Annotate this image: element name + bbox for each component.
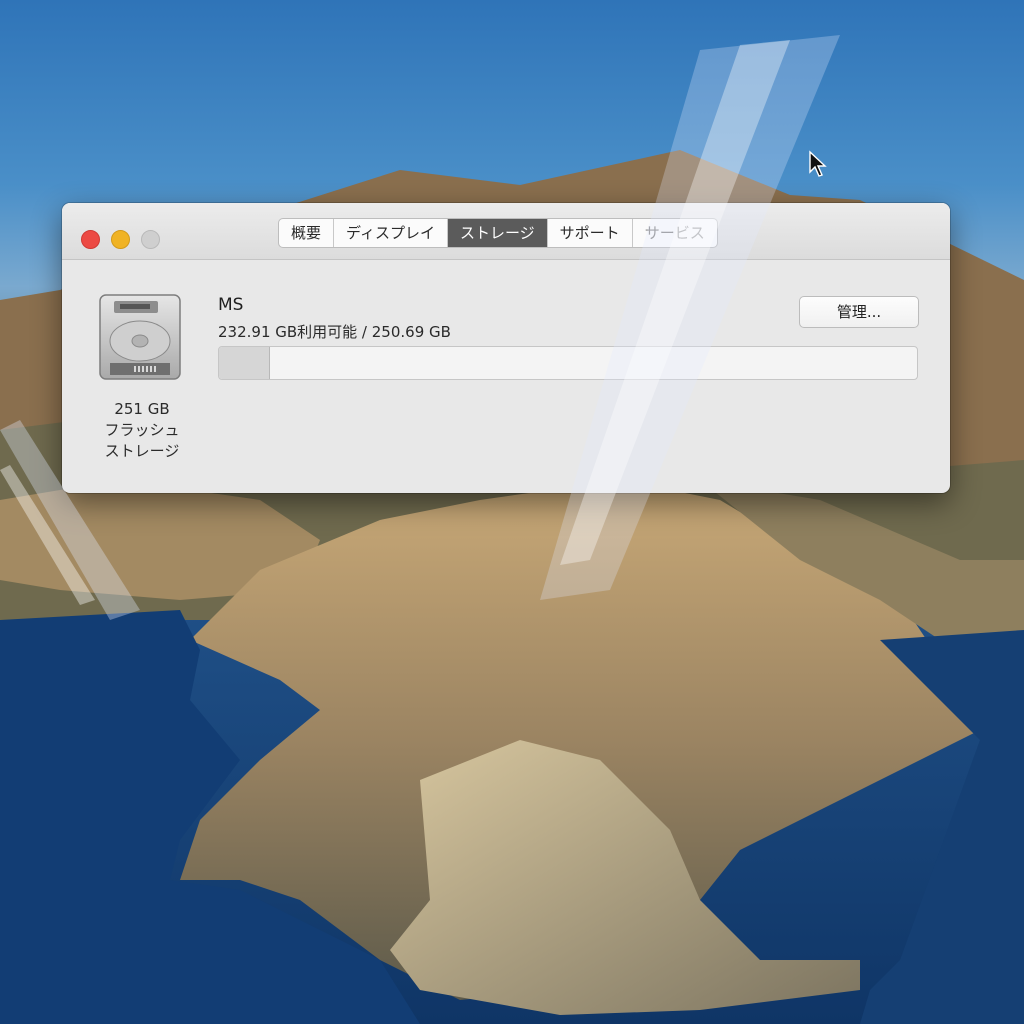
drive-caption: 251 GB フラッシュ ストレージ — [82, 399, 202, 462]
window-titlebar: 概要 ディスプレイ ストレージ サポート サービス — [62, 203, 950, 260]
tab-storage[interactable]: ストレージ — [447, 219, 548, 247]
volume-name: MS — [218, 295, 244, 315]
drive-size-label: 251 GB — [114, 400, 170, 418]
storage-usage-bar — [218, 346, 918, 380]
close-window-button[interactable] — [81, 230, 100, 249]
desktop: 概要 ディスプレイ ストレージ サポート サービス 251 GB フラッシュ ス… — [0, 0, 1024, 1024]
mouse-pointer-icon — [809, 150, 827, 177]
minimize-window-button[interactable] — [111, 230, 130, 249]
flash-storage-drive-icon — [99, 294, 181, 380]
zoom-window-button[interactable] — [141, 230, 160, 249]
tab-support[interactable]: サポート — [548, 219, 633, 247]
tab-bar: 概要 ディスプレイ ストレージ サポート サービス — [278, 218, 718, 248]
tab-service[interactable]: サービス — [633, 219, 717, 247]
storage-used-segment — [219, 347, 270, 379]
drive-type-line-1: フラッシュ — [104, 421, 180, 439]
drive-type-line-2: ストレージ — [104, 442, 180, 460]
volume-usage-text: 232.91 GB利用可能 / 250.69 GB — [218, 323, 451, 341]
wallpaper-catalina — [0, 150, 1024, 1024]
manage-storage-button[interactable]: 管理... — [799, 296, 919, 328]
tab-displays[interactable]: ディスプレイ — [334, 219, 448, 247]
about-this-mac-window: 概要 ディスプレイ ストレージ サポート サービス 251 GB フラッシュ ス… — [62, 203, 950, 493]
tab-overview[interactable]: 概要 — [279, 219, 335, 247]
